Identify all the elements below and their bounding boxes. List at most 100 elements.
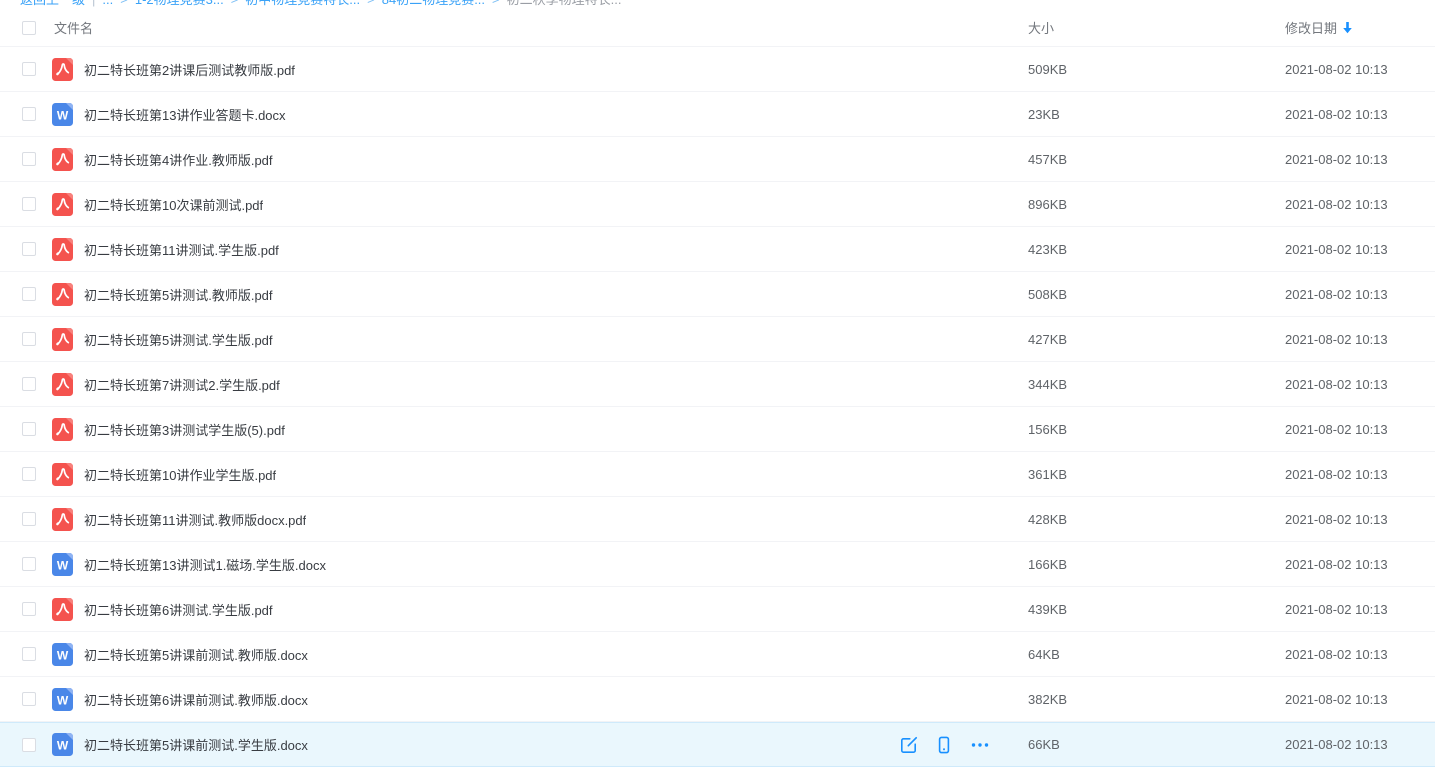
table-row[interactable]: W 初二特长班第5讲课前测试.教师版.docx — [0, 632, 1435, 677]
table-row[interactable]: W 初二特长班第11讲测试.学生版.pdf — [0, 227, 1435, 272]
row-checkbox[interactable] — [22, 62, 36, 76]
breadcrumb-current: 初二秋季物理特长... — [507, 0, 622, 7]
pdf-icon — [52, 609, 73, 624]
table-row[interactable]: W 初二特长班第10次课前测试.pdf — [0, 182, 1435, 227]
table-row[interactable]: W 初二特长班第3讲测试学生版(5).pdf — [0, 407, 1435, 452]
column-header-date-sort[interactable]: 修改日期 — [1285, 18, 1435, 37]
table-row[interactable]: W 初二特长班第10讲作业学生版.pdf — [0, 452, 1435, 497]
row-checkbox[interactable] — [22, 377, 36, 391]
table-row[interactable]: W 初二特长班第5讲测试.学生版.pdf — [0, 317, 1435, 362]
row-checkbox[interactable] — [22, 197, 36, 211]
table-row[interactable]: W 初二特长班第7讲测试2.学生版.pdf — [0, 362, 1435, 407]
file-name-link[interactable]: 初二特长班第6讲课前测试.教师版.docx — [84, 690, 308, 709]
file-date: 2021-08-02 10:13 — [1285, 557, 1435, 572]
row-checkbox[interactable] — [22, 738, 36, 752]
sort-arrow-down-icon[interactable] — [1342, 21, 1353, 34]
more-ellipsis-icon[interactable] — [970, 736, 990, 754]
row-checkbox[interactable] — [22, 287, 36, 301]
file-size: 382KB — [1028, 692, 1285, 707]
file-type-icon: W — [52, 103, 73, 126]
column-header-filename: 文件名 — [54, 18, 93, 37]
table-row[interactable]: W 初二特长班第6讲测试.学生版.pdf — [0, 587, 1435, 632]
column-header-date: 修改日期 — [1285, 18, 1337, 37]
table-row[interactable]: W 初二特长班第13讲测试1.磁场.学生版.docx — [0, 542, 1435, 587]
pdf-icon — [52, 519, 73, 534]
file-name-link[interactable]: 初二特长班第13讲测试1.磁场.学生版.docx — [84, 555, 326, 574]
file-type-icon: W — [52, 598, 73, 621]
table-row[interactable]: W 初二特长班第5讲课前测试.学生版.docx — [0, 722, 1435, 767]
file-size: 896KB — [1028, 197, 1285, 212]
file-size: 66KB — [1028, 737, 1285, 752]
breadcrumb-link[interactable]: 初中物理竞赛特长... — [245, 0, 360, 7]
breadcrumb-separator: > — [231, 0, 239, 7]
file-name-link[interactable]: 初二特长班第4讲作业.教师版.pdf — [84, 150, 273, 169]
word-icon: W — [52, 114, 73, 129]
file-name-link[interactable]: 初二特长班第5讲课前测试.教师版.docx — [84, 645, 308, 664]
file-date: 2021-08-02 10:13 — [1285, 377, 1435, 392]
file-name-link[interactable]: 初二特长班第11讲测试.学生版.pdf — [84, 240, 279, 259]
file-size: 457KB — [1028, 152, 1285, 167]
file-name-link[interactable]: 初二特长班第6讲测试.学生版.pdf — [84, 600, 273, 619]
file-size: 509KB — [1028, 62, 1285, 77]
row-checkbox[interactable] — [22, 152, 36, 166]
file-name-link[interactable]: 初二特长班第3讲测试学生版(5).pdf — [84, 420, 285, 439]
breadcrumb: 返回上一级|...>1-2物理竞赛3...>初中物理竞赛特长...>84初二物理… — [0, 0, 1435, 9]
file-size: 439KB — [1028, 602, 1285, 617]
file-type-icon: W — [52, 193, 73, 216]
file-type-icon: W — [52, 688, 73, 711]
file-list: W 初二特长班第2讲课后测试教师版.pdf — [0, 47, 1435, 767]
row-checkbox[interactable] — [22, 422, 36, 436]
file-name-link[interactable]: 初二特长班第7讲测试2.学生版.pdf — [84, 375, 280, 394]
row-checkbox[interactable] — [22, 557, 36, 571]
table-row[interactable]: W 初二特长班第11讲测试.教师版docx.pdf — [0, 497, 1435, 542]
file-date: 2021-08-02 10:13 — [1285, 737, 1435, 752]
file-name-link[interactable]: 初二特长班第5讲测试.教师版.pdf — [84, 285, 273, 304]
file-date: 2021-08-02 10:13 — [1285, 647, 1435, 662]
table-row[interactable]: W 初二特长班第4讲作业.教师版.pdf — [0, 137, 1435, 182]
file-size: 427KB — [1028, 332, 1285, 347]
file-name-link[interactable]: 初二特长班第5讲课前测试.学生版.docx — [84, 735, 308, 754]
breadcrumb-back-link[interactable]: 返回上一级 — [20, 0, 85, 7]
file-size: 428KB — [1028, 512, 1285, 527]
file-type-icon: W — [52, 283, 73, 306]
row-checkbox[interactable] — [22, 332, 36, 346]
file-date: 2021-08-02 10:13 — [1285, 692, 1435, 707]
row-checkbox[interactable] — [22, 512, 36, 526]
svg-text:W: W — [57, 648, 69, 662]
table-row[interactable]: W 初二特长班第5讲测试.教师版.pdf — [0, 272, 1435, 317]
file-name-link[interactable]: 初二特长班第13讲作业答题卡.docx — [84, 105, 286, 124]
row-checkbox[interactable] — [22, 692, 36, 706]
pdf-icon — [52, 429, 73, 444]
row-checkbox[interactable] — [22, 107, 36, 121]
file-type-icon: W — [52, 553, 73, 576]
svg-text:W: W — [57, 558, 69, 572]
table-row[interactable]: W 初二特长班第6讲课前测试.教师版.docx — [0, 677, 1435, 722]
file-size: 508KB — [1028, 287, 1285, 302]
row-checkbox[interactable] — [22, 242, 36, 256]
file-type-icon: W — [52, 373, 73, 396]
breadcrumb-link[interactable]: ... — [102, 0, 113, 7]
file-date: 2021-08-02 10:13 — [1285, 287, 1435, 302]
row-checkbox[interactable] — [22, 647, 36, 661]
file-name-link[interactable]: 初二特长班第11讲测试.教师版docx.pdf — [84, 510, 306, 529]
file-size: 166KB — [1028, 557, 1285, 572]
row-checkbox[interactable] — [22, 467, 36, 481]
select-all-checkbox[interactable] — [22, 21, 36, 35]
file-name-link[interactable]: 初二特长班第10次课前测试.pdf — [84, 195, 263, 214]
file-name-link[interactable]: 初二特长班第5讲测试.学生版.pdf — [84, 330, 273, 349]
breadcrumb-link[interactable]: 1-2物理竞赛3... — [135, 0, 224, 7]
table-row[interactable]: W 初二特长班第2讲课后测试教师版.pdf — [0, 47, 1435, 92]
breadcrumb-link[interactable]: 84初二物理竞赛... — [382, 0, 485, 7]
phone-icon[interactable] — [935, 736, 953, 754]
file-date: 2021-08-02 10:13 — [1285, 152, 1435, 167]
table-row[interactable]: W 初二特长班第13讲作业答题卡.docx — [0, 92, 1435, 137]
file-name-link[interactable]: 初二特长班第10讲作业学生版.pdf — [84, 465, 276, 484]
rename-icon[interactable] — [900, 736, 918, 754]
word-icon: W — [52, 564, 73, 579]
row-checkbox[interactable] — [22, 602, 36, 616]
file-size: 64KB — [1028, 647, 1285, 662]
breadcrumb-separator: > — [492, 0, 500, 7]
file-name-link[interactable]: 初二特长班第2讲课后测试教师版.pdf — [84, 60, 295, 79]
file-date: 2021-08-02 10:13 — [1285, 332, 1435, 347]
pdf-icon — [52, 294, 73, 309]
